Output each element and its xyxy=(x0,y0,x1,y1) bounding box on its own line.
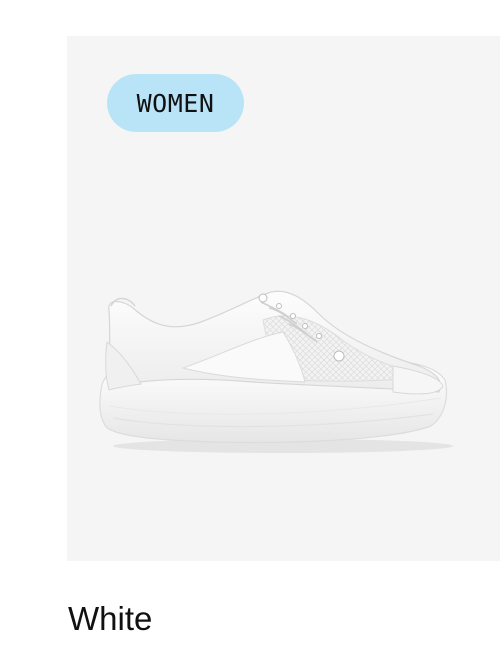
product-card[interactable]: WOMEN White xyxy=(0,0,500,664)
white-sneaker-image xyxy=(99,290,453,453)
product-image-panel[interactable]: WOMEN xyxy=(67,36,500,561)
product-color-name: White xyxy=(68,600,153,637)
category-badge: WOMEN xyxy=(107,74,244,132)
